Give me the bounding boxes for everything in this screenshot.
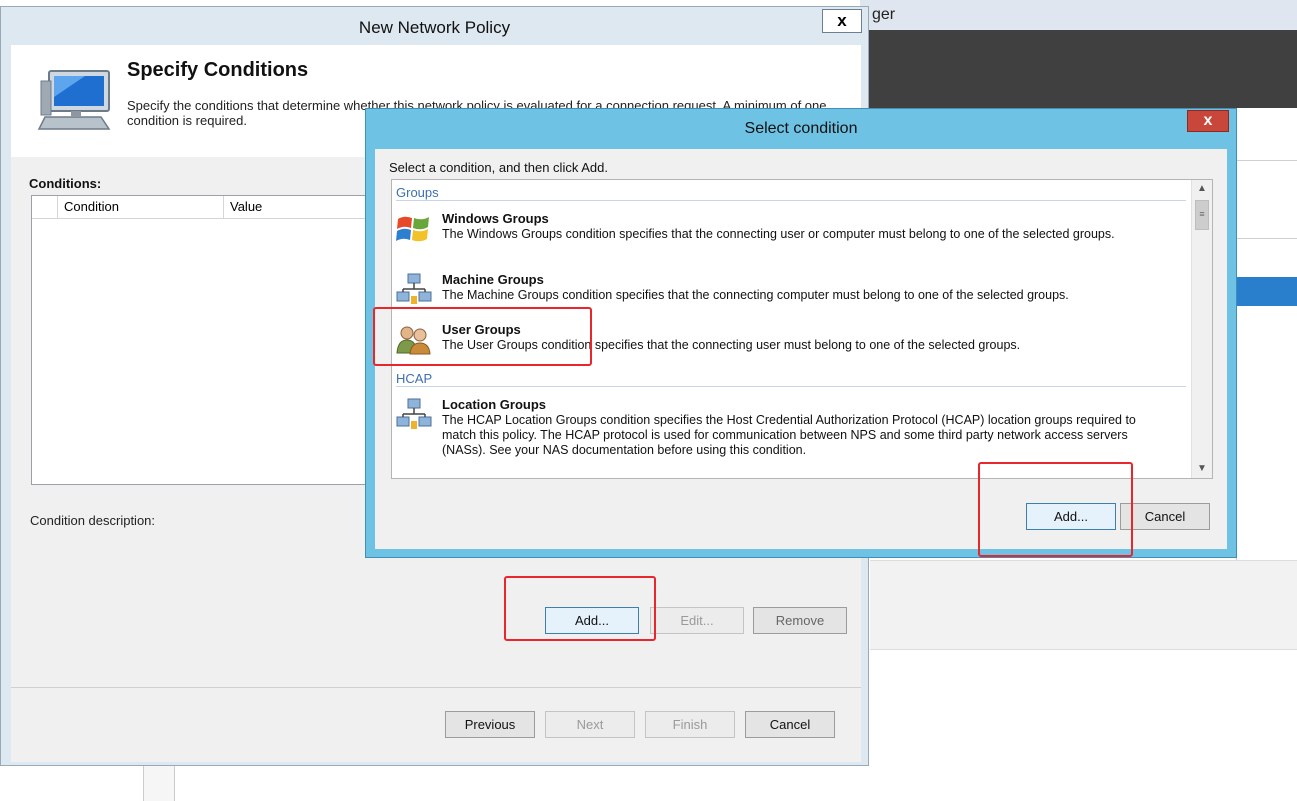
background-title: ger — [872, 6, 896, 23]
group-header-hcap: HCAP — [396, 371, 433, 386]
next-button[interactable]: Next — [545, 711, 635, 738]
page-title: Specify Conditions — [127, 59, 309, 81]
remove-condition-button[interactable]: Remove — [753, 607, 847, 634]
location-groups-icon — [396, 398, 432, 429]
background-divider — [1236, 238, 1297, 239]
item-description: The Machine Groups condition specifies t… — [442, 288, 1069, 302]
conditions-table-header: Condition Value — [32, 196, 370, 219]
item-title: Windows Groups — [442, 211, 549, 226]
background-bottom — [0, 766, 1297, 801]
background-strip — [870, 560, 1297, 650]
item-title: Machine Groups — [442, 272, 544, 287]
finish-button[interactable]: Finish — [645, 711, 735, 738]
column-header-condition[interactable]: Condition — [58, 196, 224, 218]
condition-description-label: Condition description: — [30, 513, 156, 528]
background-divider — [1236, 160, 1297, 161]
group-divider — [396, 386, 1186, 387]
item-title: Location Groups — [442, 397, 546, 412]
computer-monitor-icon — [37, 70, 111, 130]
item-description: The HCAP Location Groups condition speci… — [442, 413, 1136, 457]
dialog-title: Select condition — [744, 120, 858, 137]
wizard-footer: Previous Next Finish Cancel — [11, 687, 861, 762]
edit-condition-button[interactable]: Edit... — [650, 607, 744, 634]
list-item-windows-groups[interactable]: Windows Groups The Windows Groups condit… — [392, 211, 1186, 255]
list-item-location-groups[interactable]: Location Groups The HCAP Location Groups… — [392, 397, 1186, 457]
scroll-thumb[interactable]: ≡ — [1195, 200, 1209, 230]
previous-button[interactable]: Previous — [445, 711, 535, 738]
group-header-groups: Groups — [396, 185, 439, 200]
scroll-down-arrow-icon[interactable]: ▼ — [1192, 460, 1212, 478]
window-titlebar[interactable]: New Network Policy x — [1, 7, 868, 45]
scroll-up-arrow-icon[interactable]: ▲ — [1192, 180, 1212, 198]
group-divider — [396, 200, 1186, 201]
item-description: The Windows Groups condition specifies t… — [442, 227, 1115, 241]
condition-list-scrollbar[interactable]: ▲ ≡ ▼ — [1191, 180, 1212, 478]
column-header-select[interactable] — [32, 196, 58, 218]
cancel-button[interactable]: Cancel — [745, 711, 835, 738]
list-item-machine-groups[interactable]: Machine Groups The Machine Groups condit… — [392, 272, 1186, 308]
dialog-close-button[interactable]: x — [1187, 110, 1229, 132]
column-header-value[interactable]: Value — [224, 196, 370, 218]
conditions-label: Conditions: — [29, 176, 102, 191]
highlight-wizard-add-button — [504, 576, 656, 641]
windows-groups-icon — [396, 216, 429, 242]
dialog-instruction: Select a condition, and then click Add. — [389, 160, 608, 175]
background-titlebar — [860, 0, 1297, 30]
highlight-user-groups — [373, 307, 592, 366]
window-close-button[interactable]: x — [822, 9, 862, 33]
conditions-table[interactable]: Condition Value — [31, 195, 371, 485]
background-selected-row[interactable] — [1236, 277, 1297, 306]
dialog-cancel-button[interactable]: Cancel — [1120, 503, 1210, 530]
machine-groups-icon — [396, 273, 432, 304]
background-header — [860, 30, 1297, 108]
highlight-dialog-add-button — [978, 462, 1133, 557]
background-bottom-column — [143, 766, 175, 801]
window-title: New Network Policy — [358, 18, 511, 37]
